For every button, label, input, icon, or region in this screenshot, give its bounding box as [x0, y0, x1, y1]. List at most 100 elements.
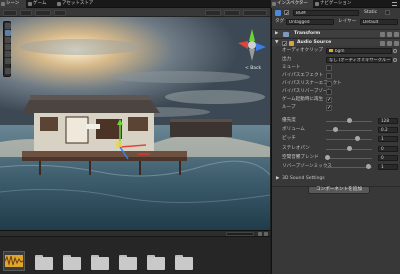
more-icon[interactable]: [394, 40, 399, 46]
audio-asset-icon[interactable]: [3, 251, 25, 271]
filter-icon[interactable]: [258, 232, 262, 236]
pitch-row: ピッチ 1: [272, 135, 400, 143]
bypass-listener-row: バイパスリスナーエフェクト: [282, 81, 342, 87]
stereo-pan-input[interactable]: 0: [378, 146, 398, 152]
bypass-reverb-row: バイパスリバーブゾーン: [282, 89, 332, 95]
scale-tool-icon[interactable]: [5, 44, 11, 50]
custom-tool-icon[interactable]: [5, 68, 11, 74]
window-tab-bar: シーン ゲーム アセットストア インスペクター ナビゲーション: [0, 0, 400, 8]
priority-input[interactable]: 128: [378, 118, 398, 124]
play-on-awake-row: ゲーム起動時に再生 ✓: [282, 97, 332, 103]
scene-toolbar: [0, 8, 270, 17]
add-component-button[interactable]: コンポーネントを追加: [308, 186, 370, 194]
tag-select[interactable]: Untagged: [286, 19, 334, 25]
scene-search-input[interactable]: [243, 9, 267, 16]
spatial-blend-slider-track[interactable]: [326, 157, 372, 159]
gizmos-button[interactable]: [224, 9, 240, 16]
transform-tools: [3, 21, 11, 77]
tab-inspector[interactable]: インスペクター: [271, 0, 313, 8]
mute-checkbox[interactable]: [326, 65, 332, 71]
folder-icon[interactable]: [91, 255, 109, 270]
panel-menu-icon[interactable]: [392, 2, 397, 6]
reverb-zone-mix-input[interactable]: 1: [378, 164, 398, 170]
audio-clip-icon: [329, 49, 333, 52]
object-name-input[interactable]: BGM: [293, 10, 359, 16]
static-checkbox[interactable]: [385, 10, 390, 15]
reverb-zone-mix-row: リバーブゾーンミックス 1: [272, 163, 400, 171]
bypass-effects-checkbox[interactable]: [326, 73, 332, 79]
settings-icon[interactable]: [387, 40, 392, 46]
inspector-panel: ✓ BGM Static タグ Untagged レイヤー Default ▶ …: [271, 8, 400, 274]
audio-clip-field[interactable]: bgm: [326, 48, 392, 54]
settings-icon[interactable]: [387, 31, 392, 37]
tab-navigation[interactable]: ナビゲーション: [314, 0, 360, 8]
audio-clip-row: オーディオクリップ bgm: [272, 47, 400, 55]
spatial-blend-input[interactable]: 0: [378, 155, 398, 161]
more-icon[interactable]: [394, 31, 399, 37]
collapse-arrow-icon: ▶: [275, 31, 279, 36]
bypass-reverb-checkbox[interactable]: [326, 89, 332, 95]
reverb-zone-mix-slider-knob[interactable]: [366, 164, 371, 169]
object-header: ✓ BGM Static: [272, 9, 400, 17]
spatial-blend-row: 空間音響ブレンド 0: [272, 154, 400, 162]
tag-layer-row: タグ Untagged レイヤー Default: [272, 18, 400, 26]
hand-tool-icon[interactable]: [5, 23, 11, 29]
tab-scene[interactable]: シーン: [0, 0, 26, 8]
move-tool-icon[interactable]: [5, 30, 11, 36]
sound-settings-foldout[interactable]: ▶ 3D Sound Settings: [272, 175, 400, 183]
pitch-slider-track[interactable]: [326, 138, 372, 140]
active-checkbox[interactable]: ✓: [284, 10, 289, 17]
tab-game[interactable]: ゲーム: [27, 0, 55, 8]
component-enabled-checkbox[interactable]: ✓: [282, 40, 287, 48]
spatial-blend-slider-knob[interactable]: [325, 155, 330, 160]
inspector-icon: [272, 2, 276, 6]
bypass-listener-checkbox[interactable]: [326, 81, 332, 87]
draw-mode-button[interactable]: [3, 9, 17, 16]
layer-select[interactable]: Default: [360, 19, 398, 25]
audio-toggle[interactable]: [54, 9, 66, 16]
view-2d-button[interactable]: [20, 9, 32, 16]
gameobject-icon: [275, 10, 281, 16]
object-picker-icon[interactable]: [393, 58, 397, 62]
folder-icon[interactable]: [119, 255, 137, 270]
folder-icon[interactable]: [35, 255, 53, 270]
scene-view[interactable]: < Back: [0, 17, 270, 230]
star-icon[interactable]: [264, 232, 268, 236]
output-field[interactable]: なし (オーディオミキサーグループ): [326, 57, 392, 63]
pitch-input[interactable]: 1: [378, 136, 398, 142]
priority-slider-knob[interactable]: [347, 118, 352, 123]
help-icon[interactable]: [380, 40, 385, 46]
loop-checkbox[interactable]: ✓: [326, 105, 332, 111]
transform-tool-icon[interactable]: [5, 58, 11, 64]
play-on-awake-checkbox[interactable]: ✓: [326, 97, 332, 103]
tab-asset-store[interactable]: アセットストア: [56, 0, 102, 8]
audio-source-icon: [289, 40, 294, 46]
pitch-slider-knob[interactable]: [355, 136, 360, 141]
lighting-toggle[interactable]: [35, 9, 51, 16]
stereo-pan-slider-knob[interactable]: [347, 146, 352, 151]
mute-row: ミュート: [272, 64, 400, 72]
scene-icon: [1, 2, 5, 6]
expand-arrow-icon: ▼: [275, 40, 279, 45]
folder-icon[interactable]: [175, 255, 193, 270]
bypass-effects-row: バイパスエフェクト: [272, 72, 400, 80]
folder-icon[interactable]: [147, 255, 165, 270]
audio-source-header[interactable]: ▼ ✓ Audio Source: [272, 38, 400, 48]
collapse-arrow-icon: ▶: [276, 176, 280, 181]
transform-header[interactable]: ▶ Transform: [272, 29, 400, 37]
object-picker-icon[interactable]: [393, 49, 397, 53]
rotate-tool-icon[interactable]: [5, 37, 11, 43]
camera-settings-button[interactable]: [205, 9, 221, 16]
view-label[interactable]: < Back: [245, 66, 261, 71]
help-icon[interactable]: [380, 31, 385, 37]
scene-render: [0, 17, 270, 230]
volume-input[interactable]: 0.2: [378, 127, 398, 133]
project-toolbar: [0, 230, 270, 237]
rect-tool-icon[interactable]: [5, 51, 11, 57]
folder-icon[interactable]: [63, 255, 81, 270]
project-search-input[interactable]: [226, 232, 254, 236]
volume-slider-knob[interactable]: [333, 127, 338, 132]
game-icon: [28, 2, 32, 6]
loop-row: ループ ✓: [282, 105, 332, 111]
unity-editor: シーン ゲーム アセットストア インスペクター ナビゲーション < Back ✓…: [0, 0, 400, 274]
